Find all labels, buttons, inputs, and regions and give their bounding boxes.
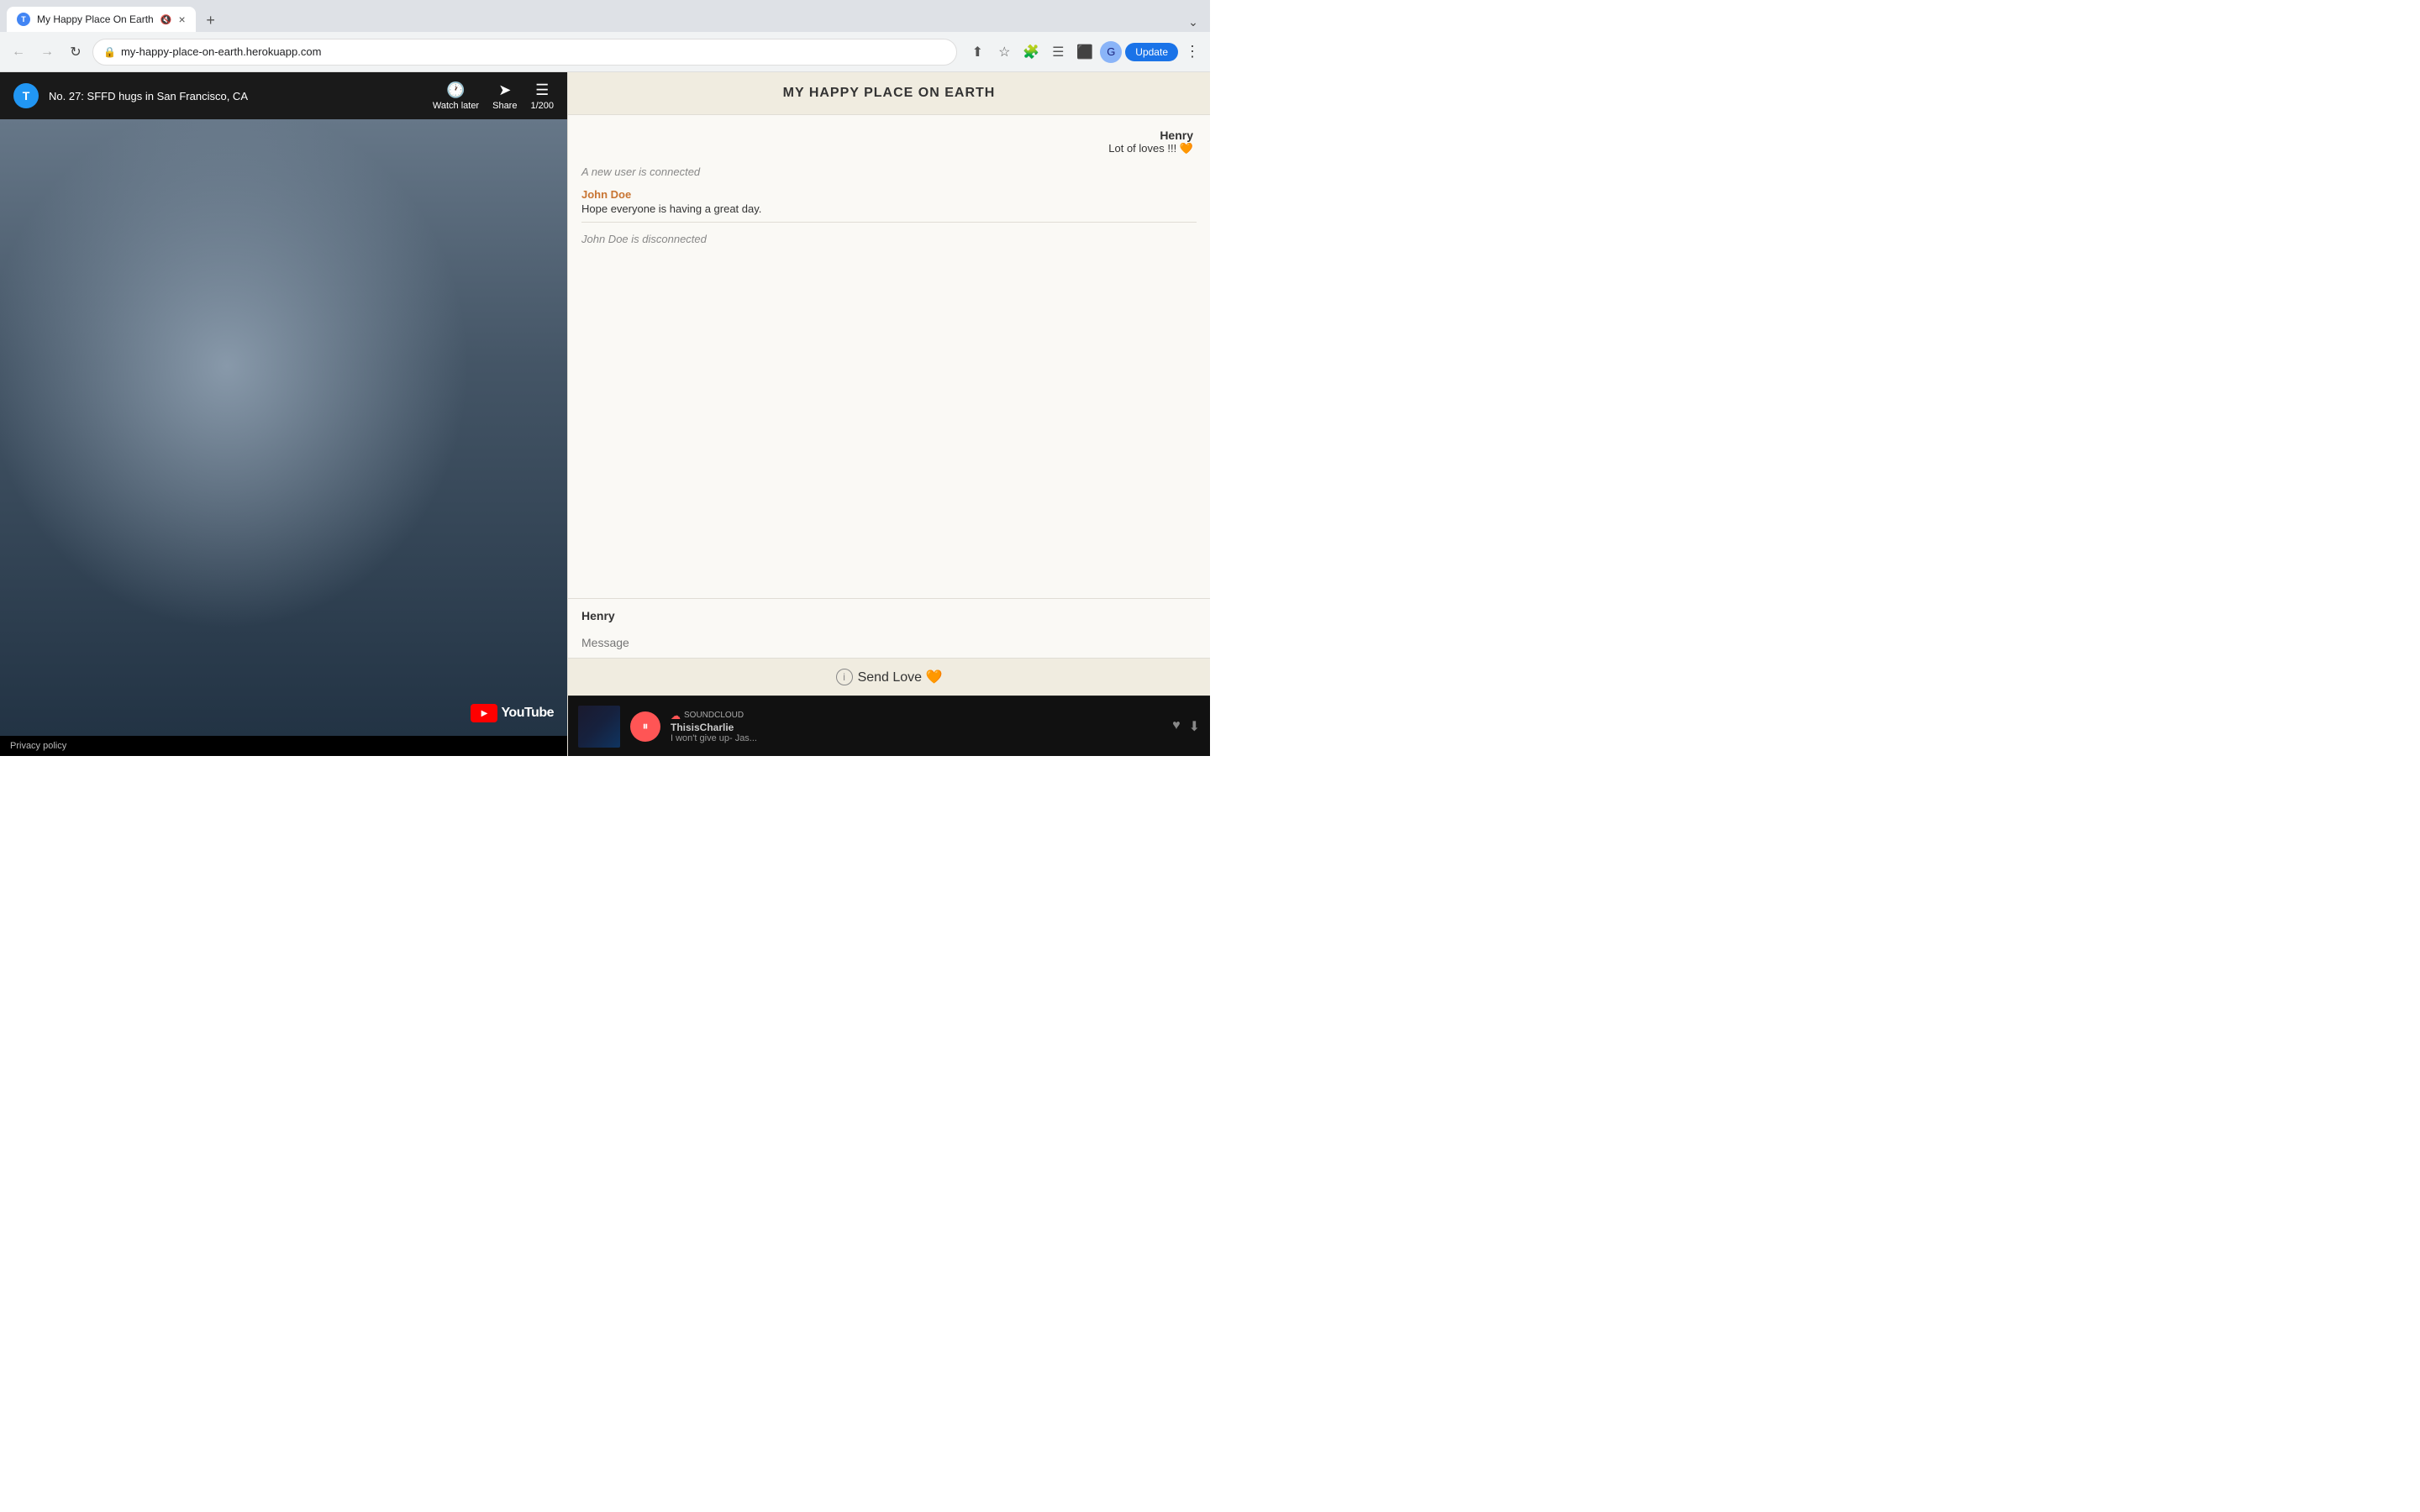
video-title: No. 27: SFFD hugs in San Francisco, CA xyxy=(49,90,423,102)
browser-frame: T My Happy Place On Earth 🔇 × + ⌄ ← → ↻ … xyxy=(0,0,1210,756)
share-button[interactable]: ➤ Share xyxy=(492,81,517,111)
video-section: T No. 27: SFFD hugs in San Francisco, CA… xyxy=(0,72,567,756)
video-toolbar-actions: 🕐 Watch later ➤ Share ☰ 1/200 xyxy=(433,81,554,111)
sidebar-icon[interactable]: ⬛ xyxy=(1073,40,1097,64)
chat-messages: Henry Lot of loves !!! 🧡 A new user is c… xyxy=(568,115,1210,598)
extensions-icon[interactable]: 🧩 xyxy=(1019,40,1043,64)
henry-text: Lot of loves !!! 🧡 xyxy=(581,142,1193,155)
toolbar-icons: ⬆ ☆ 🧩 ☰ ⬛ G Update ⋮ xyxy=(965,39,1203,64)
youtube-logo: YouTube xyxy=(471,704,554,722)
watch-later-label: Watch later xyxy=(433,101,479,111)
soundcloud-artist: ThisisCharlie xyxy=(671,722,1162,733)
soundcloud-love-icon[interactable]: ♥ xyxy=(1172,718,1181,735)
tab-mute-icon[interactable]: 🔇 xyxy=(160,14,172,25)
tab-favicon: T xyxy=(17,13,30,26)
message-input-area xyxy=(568,629,1210,658)
reload-button[interactable]: ↻ xyxy=(64,40,87,64)
soundcloud-logo: ☁ SOUNDCLOUD xyxy=(671,710,1162,722)
send-love-label: Send Love 🧡 xyxy=(858,669,943,685)
bookmark-icon[interactable]: ☆ xyxy=(992,40,1016,64)
tab-bar-menu-icon[interactable]: ⌄ xyxy=(1183,12,1203,32)
soundcloud-actions: ♥ ⬇ xyxy=(1172,718,1200,735)
privacy-policy-link[interactable]: Privacy policy xyxy=(10,741,66,751)
chat-header: MY HAPPY PLACE ON EARTH xyxy=(568,72,1210,115)
share-icon[interactable]: ⬆ xyxy=(965,40,989,64)
chat-header-title: MY HAPPY PLACE ON EARTH xyxy=(581,86,1197,101)
henry-message: Henry Lot of loves !!! 🧡 xyxy=(581,129,1197,155)
youtube-icon xyxy=(471,704,497,722)
browser-menu-icon[interactable]: ⋮ xyxy=(1181,39,1203,64)
video-toolbar: T No. 27: SFFD hugs in San Francisco, CA… xyxy=(0,72,567,119)
lock-icon: 🔒 xyxy=(103,46,116,58)
privacy-bar: Privacy policy xyxy=(0,736,567,756)
system-disconnected-message: John Doe is disconnected xyxy=(581,233,1197,245)
omnibox[interactable]: 🔒 my-happy-place-on-earth.herokuapp.com xyxy=(92,39,957,66)
soundcloud-player: ⏸ ☁ SOUNDCLOUD ThisisCharlie I won't giv… xyxy=(568,696,1210,756)
video-player[interactable]: YouTube xyxy=(0,119,567,736)
watch-later-button[interactable]: 🕐 Watch later xyxy=(433,81,479,111)
system-connected-message: A new user is connected xyxy=(581,165,1197,178)
current-user-name: Henry xyxy=(581,609,1197,622)
chat-section: MY HAPPY PLACE ON EARTH Henry Lot of lov… xyxy=(567,72,1210,756)
back-button[interactable]: ← xyxy=(7,40,30,64)
tab-close-icon[interactable]: × xyxy=(178,13,185,26)
queue-label: 1/200 xyxy=(530,101,554,111)
current-user-section: Henry xyxy=(568,598,1210,629)
tab-title: My Happy Place On Earth xyxy=(37,13,154,25)
address-bar: ← → ↻ 🔒 my-happy-place-on-earth.herokuap… xyxy=(0,32,1210,72)
content-area: T No. 27: SFFD hugs in San Francisco, CA… xyxy=(0,72,1210,756)
url-text: my-happy-place-on-earth.herokuapp.com xyxy=(121,45,946,58)
queue-icon-video: ☰ xyxy=(535,81,549,99)
soundcloud-info: ☁ SOUNDCLOUD ThisisCharlie I won't give … xyxy=(671,710,1162,743)
tab-bar-right: ⌄ xyxy=(1183,12,1203,32)
queue-icon[interactable]: ☰ xyxy=(1046,40,1070,64)
soundcloud-thumbnail xyxy=(578,706,620,748)
share-label: Share xyxy=(492,101,517,111)
message-input[interactable] xyxy=(581,636,1197,649)
video-thumbnail xyxy=(0,119,567,736)
info-icon: i xyxy=(836,669,853,685)
channel-avatar: T xyxy=(13,83,39,108)
share-icon-video: ➤ xyxy=(498,81,511,99)
video-background xyxy=(0,119,567,736)
send-love-button[interactable]: i Send Love 🧡 xyxy=(568,658,1210,696)
john-doe-text: Hope everyone is having a great day. xyxy=(581,202,1197,223)
update-button[interactable]: Update xyxy=(1125,43,1178,61)
forward-button[interactable]: → xyxy=(35,40,59,64)
soundcloud-cloud-icon: ☁ xyxy=(671,710,681,722)
soundcloud-play-button[interactable]: ⏸ xyxy=(630,711,660,742)
new-tab-button[interactable]: + xyxy=(199,8,223,32)
tab-bar: T My Happy Place On Earth 🔇 × + ⌄ xyxy=(0,0,1210,32)
queue-button[interactable]: ☰ 1/200 xyxy=(530,81,554,111)
soundcloud-logo-text: SOUNDCLOUD xyxy=(684,711,744,720)
soundcloud-track: I won't give up- Jas... xyxy=(671,733,1162,743)
youtube-label: YouTube xyxy=(501,706,554,721)
youtube-watermark: YouTube xyxy=(471,704,554,722)
profile-avatar[interactable]: G xyxy=(1100,41,1122,63)
watch-later-icon: 🕐 xyxy=(446,81,465,99)
john-doe-message: John Doe Hope everyone is having a great… xyxy=(581,188,1197,223)
john-doe-name: John Doe xyxy=(581,188,1197,201)
henry-name: Henry xyxy=(581,129,1193,142)
soundcloud-download-icon[interactable]: ⬇ xyxy=(1189,718,1200,735)
active-tab[interactable]: T My Happy Place On Earth 🔇 × xyxy=(7,7,196,32)
